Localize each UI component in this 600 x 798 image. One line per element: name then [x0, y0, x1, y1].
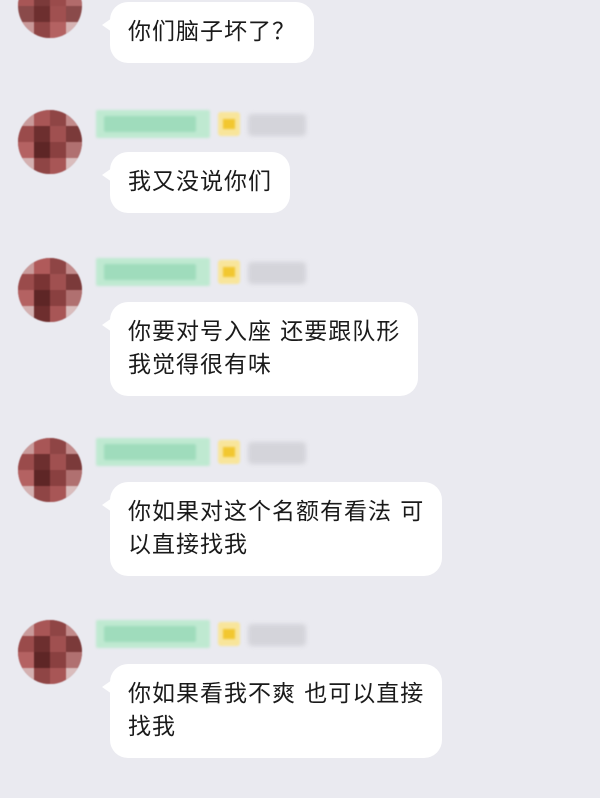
- sender-name-blurred[interactable]: [96, 258, 210, 286]
- message-text-line: 找我: [128, 714, 176, 740]
- sender-title-blurred: [248, 442, 306, 464]
- sender-title-blurred: [248, 624, 306, 646]
- avatar-icon[interactable]: [18, 258, 82, 322]
- level-badge-icon: [218, 440, 240, 464]
- avatar-icon[interactable]: [18, 0, 82, 38]
- message-text-line: 你要对号入座 还要跟队形: [128, 319, 401, 345]
- message-text-line: 我又没说你们: [128, 169, 272, 195]
- message-text-line: 你如果对这个名额有看法 可: [128, 499, 425, 525]
- message-text-line: 你如果看我不爽 也可以直接: [128, 681, 425, 707]
- level-badge-icon: [218, 112, 240, 136]
- sender-name-blurred[interactable]: [96, 438, 210, 466]
- message-bubble[interactable]: 你如果对这个名额有看法 可 以直接找我: [101, 482, 443, 576]
- level-badge-icon: [218, 260, 240, 284]
- sender-title-blurred: [248, 114, 306, 136]
- message-bubble[interactable]: 你如果看我不爽 也可以直接 找我: [101, 664, 443, 758]
- sender-name-blurred[interactable]: [96, 620, 210, 648]
- message-bubble[interactable]: 你要对号入座 还要跟队形 我觉得很有味: [101, 302, 419, 396]
- avatar-icon[interactable]: [18, 620, 82, 684]
- sender-title-blurred: [248, 262, 306, 284]
- message-text-line: 我觉得很有味: [128, 352, 272, 378]
- message-bubble[interactable]: 我又没说你们: [102, 152, 290, 213]
- chat-window: 你们脑子坏了？ 我又没说你们 你要对号入座 还要跟队形 我觉得很有味 你如果对这…: [0, 0, 600, 798]
- message-text-line: 你们脑子坏了？: [128, 19, 296, 45]
- message-bubble[interactable]: 你们脑子坏了？: [102, 2, 314, 63]
- avatar-icon[interactable]: [18, 110, 82, 174]
- message-text-line: 以直接找我: [128, 532, 248, 558]
- level-badge-icon: [218, 622, 240, 646]
- avatar-icon[interactable]: [18, 438, 82, 502]
- sender-name-blurred[interactable]: [96, 110, 210, 138]
